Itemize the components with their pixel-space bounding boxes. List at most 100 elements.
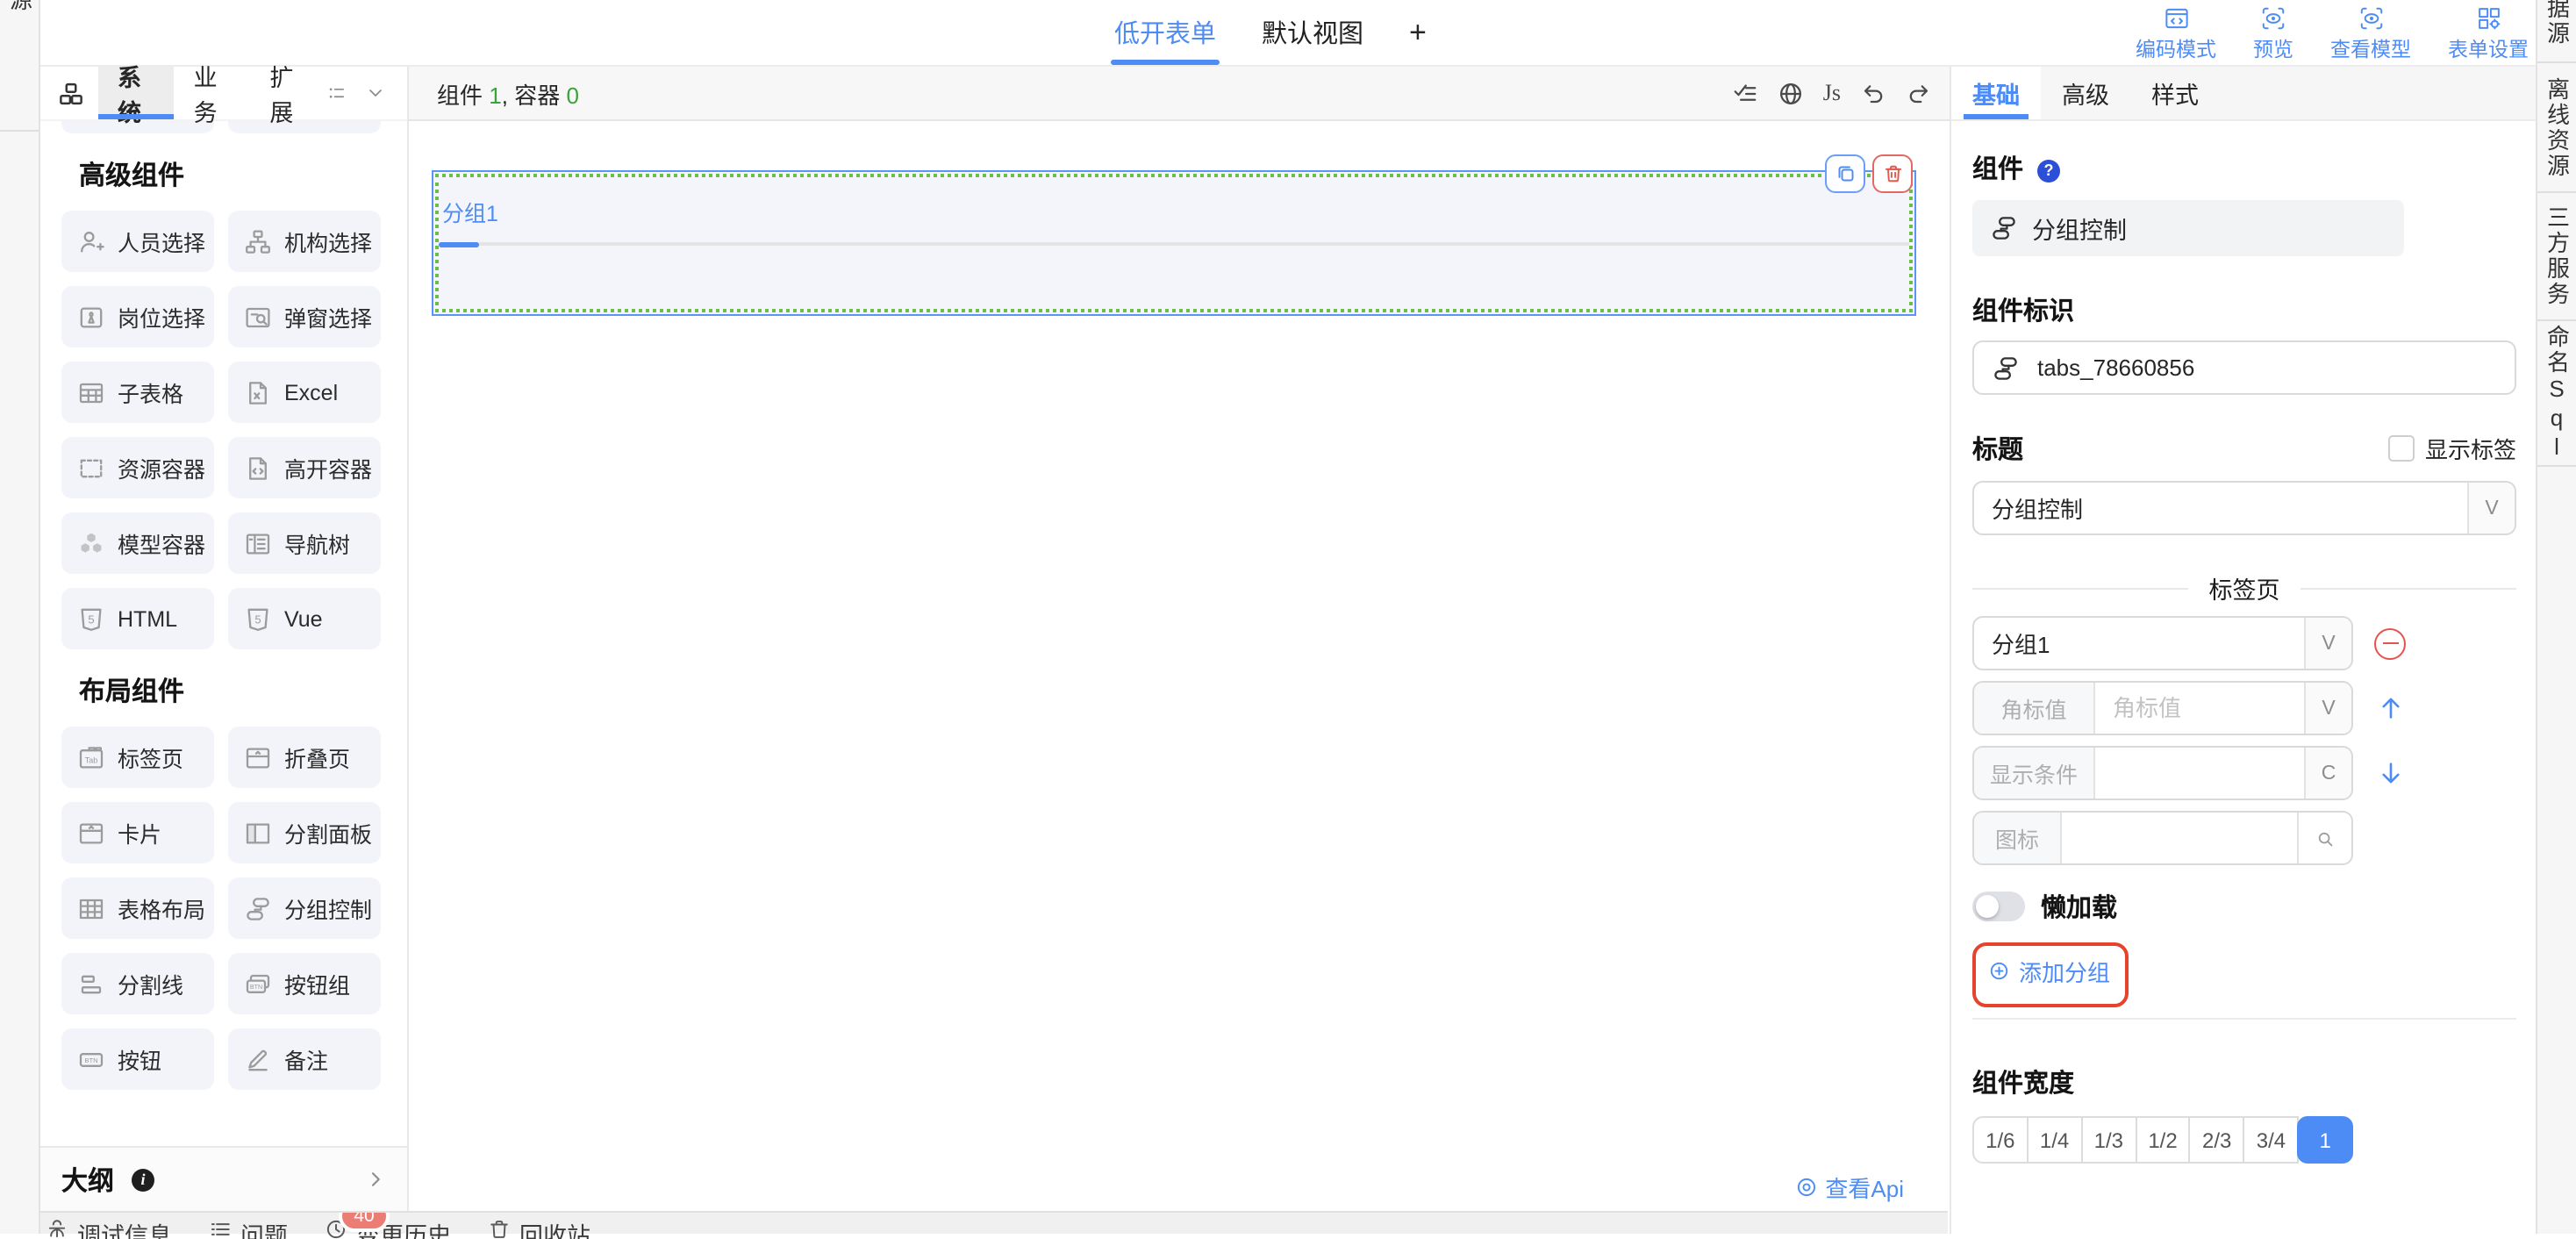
title-field[interactable]: V bbox=[1972, 481, 2516, 535]
globe-icon[interactable] bbox=[1778, 80, 1804, 106]
chevron-down-icon[interactable] bbox=[365, 82, 386, 104]
width-option-3/4[interactable]: 3/4 bbox=[2243, 1116, 2300, 1164]
component-item-button-group[interactable]: BTN按钮组 bbox=[228, 953, 381, 1014]
show-label-checkbox[interactable]: 显示标签 bbox=[2388, 432, 2516, 465]
component-item-model-container[interactable]: 模型容器 bbox=[61, 512, 214, 574]
component-id-input[interactable] bbox=[2020, 342, 2515, 393]
js-icon[interactable]: Js bbox=[1823, 79, 1841, 107]
group-tab[interactable]: 分组1 bbox=[442, 195, 498, 228]
variable-bind-button[interactable]: V bbox=[2304, 683, 2351, 734]
width-option-1/2[interactable]: 1/2 bbox=[2135, 1116, 2191, 1164]
variable-bind-button[interactable]: V bbox=[2467, 483, 2515, 534]
statusbar-item-issues[interactable]: 问题40 bbox=[209, 1216, 288, 1239]
tab-basic[interactable]: 基础 bbox=[1951, 67, 2041, 119]
component-item-resource-container[interactable]: 资源容器 bbox=[61, 437, 214, 498]
right-strip-tab-命名Sql[interactable]: 命名Sql bbox=[2537, 321, 2576, 467]
component-item-label: 折叠页 bbox=[284, 741, 350, 774]
component-item-divider[interactable]: 分割线 bbox=[61, 953, 214, 1014]
resource-container-icon bbox=[77, 454, 105, 482]
component-type-box: 分组控制 bbox=[1972, 200, 2404, 256]
view-api-link[interactable]: 查看Api bbox=[1795, 1171, 1904, 1204]
icon-field[interactable]: 图标 bbox=[1972, 811, 2353, 865]
component-item-code-container[interactable]: 高开容器 bbox=[228, 437, 381, 498]
add-view-button[interactable]: + bbox=[1409, 0, 1427, 65]
width-option-2/3[interactable]: 2/3 bbox=[2189, 1116, 2245, 1164]
add-group-button[interactable]: 添加分组 bbox=[1988, 955, 2125, 988]
filter-list-icon[interactable] bbox=[326, 82, 347, 104]
tab-style[interactable]: 样式 bbox=[2130, 67, 2220, 119]
canvas-body[interactable]: 分组1 查看Api bbox=[409, 121, 1950, 1234]
condition-input[interactable] bbox=[2095, 748, 2304, 799]
component-item-person-add[interactable]: 人员选择 bbox=[61, 211, 214, 272]
component-item-html5[interactable]: 5HTML bbox=[61, 588, 214, 649]
component-id-field[interactable] bbox=[1972, 340, 2516, 395]
left-edge-strip: 源 bbox=[0, 0, 40, 1234]
tab-advanced[interactable]: 高级 bbox=[2041, 67, 2130, 119]
width-option-1/4[interactable]: 1/4 bbox=[2027, 1116, 2083, 1164]
component-item-vue[interactable]: 5Vue bbox=[228, 588, 381, 649]
components-icon[interactable] bbox=[58, 67, 84, 119]
icon-search-button[interactable] bbox=[2297, 813, 2351, 863]
validate-list-icon[interactable] bbox=[1732, 80, 1758, 106]
component-item-post-badge[interactable]: 岗位选择 bbox=[61, 286, 214, 347]
badge-value-input[interactable] bbox=[2095, 683, 2304, 734]
svg-text:Tab: Tab bbox=[85, 756, 98, 764]
component-item-button[interactable]: BTN按钮 bbox=[61, 1028, 214, 1090]
undo-icon[interactable] bbox=[1860, 80, 1886, 106]
lazy-load-toggle[interactable] bbox=[1972, 892, 2025, 921]
component-item-card[interactable]: 卡片 bbox=[61, 802, 214, 863]
component-item-note[interactable]: 备注 bbox=[228, 1028, 381, 1090]
component-item-table-layout[interactable]: 表格布局 bbox=[61, 877, 214, 939]
width-option-1/6[interactable]: 1/6 bbox=[1972, 1116, 2029, 1164]
badge-value-field[interactable]: 角标值 V bbox=[1972, 681, 2353, 735]
sidebar-tab-system[interactable]: 系统 bbox=[98, 67, 175, 119]
topbar-action-model-eye[interactable]: 查看模型 bbox=[2330, 5, 2411, 63]
variable-bind-button[interactable]: V bbox=[2304, 618, 2351, 669]
copy-component-button[interactable] bbox=[1825, 154, 1865, 193]
component-item-org-chart[interactable]: 机构选择 bbox=[228, 211, 381, 272]
chevron-right-icon[interactable] bbox=[365, 1169, 386, 1190]
sidebar-tab-business[interactable]: 业务 bbox=[175, 67, 251, 119]
width-option-1/3[interactable]: 1/3 bbox=[2080, 1116, 2136, 1164]
icon-input[interactable] bbox=[2062, 813, 2297, 863]
component-item-tabs[interactable]: Tab标签页 bbox=[61, 727, 214, 788]
topbar-action-preview-eye[interactable]: 预览 bbox=[2253, 5, 2293, 63]
move-up-icon[interactable] bbox=[2377, 695, 2403, 721]
help-icon[interactable]: ? bbox=[2037, 159, 2060, 182]
tab-name-input[interactable] bbox=[1974, 618, 2304, 669]
condition-field[interactable]: 显示条件 C bbox=[1972, 746, 2353, 800]
component-item-nav-tree[interactable]: 导航树 bbox=[228, 512, 381, 574]
right-strip-tab-数据源[interactable]: 数据源 bbox=[2537, 0, 2576, 63]
component-item-popup-search[interactable]: 弹窗选择 bbox=[228, 286, 381, 347]
selected-tabs-component[interactable]: 分组1 bbox=[432, 170, 1916, 316]
tab-low-code-form[interactable]: 低开表单 bbox=[1114, 0, 1216, 65]
component-item-split-panel[interactable]: 分割面板 bbox=[228, 802, 381, 863]
title-input[interactable] bbox=[1974, 483, 2467, 534]
condition-bind-button[interactable]: C bbox=[2304, 748, 2351, 799]
remove-group-button[interactable] bbox=[2374, 627, 2406, 659]
component-item-subtable[interactable]: 子表格 bbox=[61, 362, 214, 423]
statusbar-item-debug[interactable]: 调试信息 bbox=[46, 1216, 172, 1239]
issue-count-badge: 40 bbox=[339, 1213, 390, 1232]
component-sidebar: 系统 业务 扩展 高级组件人员选择机构选择岗位选择弹窗选择子表格Excel资源容… bbox=[40, 67, 409, 1234]
tab-default-view[interactable]: 默认视图 bbox=[1262, 0, 1363, 65]
component-item-collapse[interactable]: 折叠页 bbox=[228, 727, 381, 788]
tabs-section-divider: 标签页 bbox=[1972, 570, 2516, 605]
component-item-excel-file[interactable]: Excel bbox=[228, 362, 381, 423]
move-down-icon[interactable] bbox=[2377, 760, 2403, 786]
left-strip-partial-tab[interactable]: 源 bbox=[0, 0, 39, 132]
right-strip-tab-离线资源[interactable]: 离线资源 bbox=[2537, 63, 2576, 193]
topbar-action-code-window[interactable]: 编码模式 bbox=[2136, 5, 2216, 63]
checkbox-icon[interactable] bbox=[2388, 435, 2415, 462]
inspector-tabs: 基础 高级 样式 bbox=[1951, 67, 2536, 121]
outline-bar[interactable]: 大纲 i bbox=[40, 1146, 407, 1211]
delete-component-button[interactable] bbox=[1872, 154, 1913, 193]
statusbar-item-recycle[interactable]: 回收站 bbox=[488, 1216, 590, 1239]
right-strip-tab-三方服务[interactable]: 三方服务 bbox=[2537, 193, 2576, 321]
width-option-1[interactable]: 1 bbox=[2297, 1116, 2353, 1164]
sidebar-tab-extension[interactable]: 扩展 bbox=[250, 67, 326, 119]
redo-icon[interactable] bbox=[1906, 80, 1932, 106]
topbar-action-form-settings[interactable]: 表单设置 bbox=[2448, 5, 2529, 63]
tab-name-field[interactable]: V bbox=[1972, 616, 2353, 670]
component-item-group-control[interactable]: 分组控制 bbox=[228, 877, 381, 939]
